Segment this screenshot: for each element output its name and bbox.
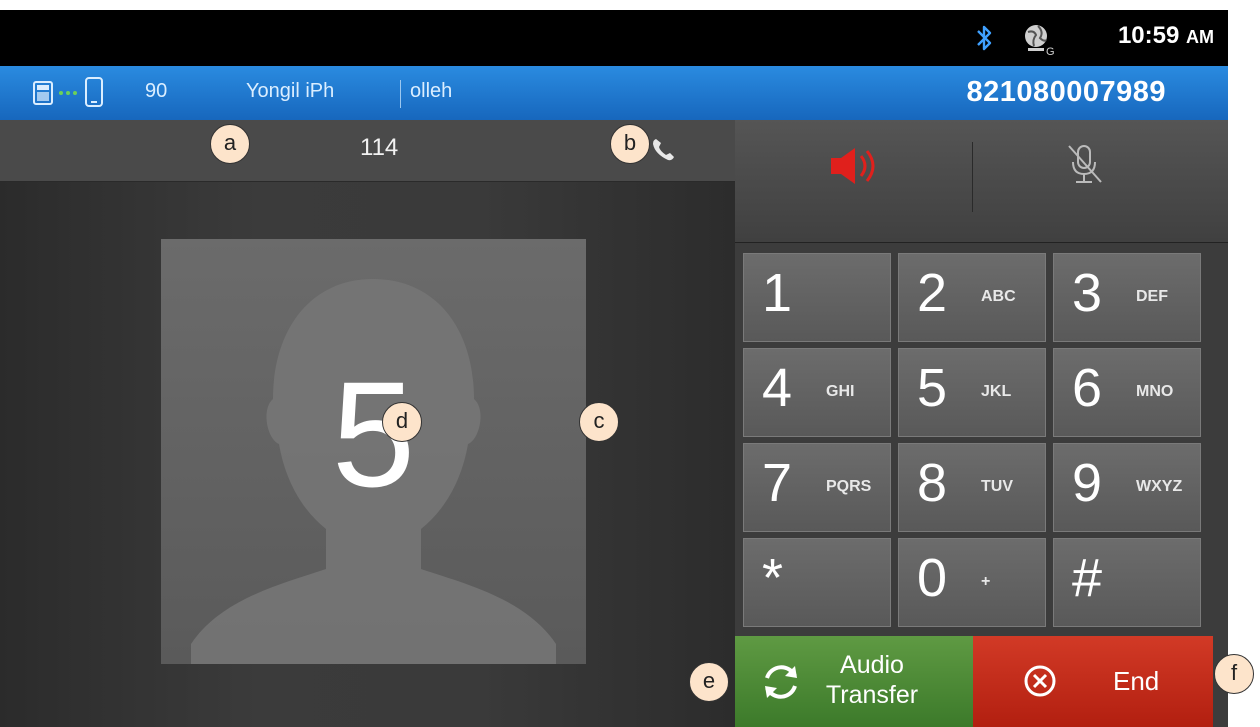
audio-controls xyxy=(735,120,1228,243)
transfer-label-line2: Transfer xyxy=(825,681,919,709)
speaker-icon[interactable] xyxy=(825,144,885,188)
key-digit: 8 xyxy=(917,453,948,513)
key-1[interactable]: 1 xyxy=(743,253,891,342)
called-number: 114 xyxy=(360,134,399,161)
clock-ampm: AM xyxy=(1186,27,1214,47)
connection-info-bar: 90 Yongil iPh olleh 821080007989 xyxy=(0,66,1228,120)
key-digit: 6 xyxy=(1072,358,1103,418)
globe-signal-icon: G xyxy=(1025,25,1055,56)
own-phone-number: 821080007989 xyxy=(966,76,1166,108)
annotation-c: c xyxy=(579,402,619,442)
key-digit: 9 xyxy=(1072,453,1103,513)
key-letters: + xyxy=(981,573,991,590)
key-letters: WXYZ xyxy=(1136,478,1183,495)
refresh-icon xyxy=(765,665,797,699)
signal-value: 90 xyxy=(145,80,168,102)
audio-transfer-button[interactable]: Audio Transfer xyxy=(735,636,973,727)
key-digit: 7 xyxy=(762,453,793,513)
close-circle-icon xyxy=(1024,665,1056,697)
mic-mute-icon[interactable] xyxy=(1065,142,1105,186)
key-digit: 3 xyxy=(1072,263,1103,323)
svg-text:G: G xyxy=(1046,46,1055,56)
key-7[interactable]: 7 PQRS xyxy=(743,443,891,532)
key-digit: 4 xyxy=(762,358,793,418)
end-call-button[interactable]: End xyxy=(973,636,1213,727)
key-star[interactable]: * xyxy=(743,538,891,627)
phone-device-icon xyxy=(33,81,77,105)
key-letters: TUV xyxy=(981,478,1013,495)
key-digit: 0 xyxy=(917,548,948,608)
key-digit: * xyxy=(762,548,784,608)
key-letters: JKL xyxy=(981,383,1012,400)
key-letters: PQRS xyxy=(826,478,872,495)
contact-avatar: 5 xyxy=(161,239,586,664)
info-separator xyxy=(400,80,401,108)
key-letters: ABC xyxy=(981,288,1016,305)
key-digit: # xyxy=(1072,548,1103,608)
annotation-b: b xyxy=(610,124,650,164)
clock: 10:59 AM xyxy=(1118,22,1214,50)
key-digit: 1 xyxy=(762,263,793,323)
bluetooth-icon xyxy=(977,25,992,51)
key-digit: 5 xyxy=(917,358,948,418)
system-status-bar: G 10:59 AM xyxy=(0,10,1228,66)
key-5[interactable]: 5 JKL xyxy=(898,348,1046,437)
key-2[interactable]: 2 ABC xyxy=(898,253,1046,342)
key-8[interactable]: 8 TUV xyxy=(898,443,1046,532)
clock-time: 10:59 xyxy=(1117,22,1180,49)
annotation-d: d xyxy=(382,402,422,442)
key-9[interactable]: 9 WXYZ xyxy=(1053,443,1201,532)
key-3[interactable]: 3 DEF xyxy=(1053,253,1201,342)
key-digit: 2 xyxy=(917,263,948,323)
key-letters: DEF xyxy=(1136,288,1168,305)
device-name: Yongil iPh xyxy=(246,80,335,102)
phone-handset-icon xyxy=(653,139,674,161)
key-6[interactable]: 6 MNO xyxy=(1053,348,1201,437)
key-0[interactable]: 0 + xyxy=(898,538,1046,627)
key-letters: MNO xyxy=(1136,383,1174,400)
key-hash[interactable]: # xyxy=(1053,538,1201,627)
annotation-f: f xyxy=(1214,654,1254,694)
carrier-name: olleh xyxy=(410,80,453,102)
key-letters: GHI xyxy=(826,383,855,400)
key-4[interactable]: 4 GHI xyxy=(743,348,891,437)
audio-divider xyxy=(972,142,973,212)
annotation-e: e xyxy=(689,662,729,702)
mobile-phone-icon xyxy=(85,77,103,107)
avatar-digit: 5 xyxy=(331,350,416,518)
transfer-label-line1: Audio xyxy=(840,651,904,679)
end-label: End xyxy=(1113,666,1160,696)
annotation-a: a xyxy=(210,124,250,164)
